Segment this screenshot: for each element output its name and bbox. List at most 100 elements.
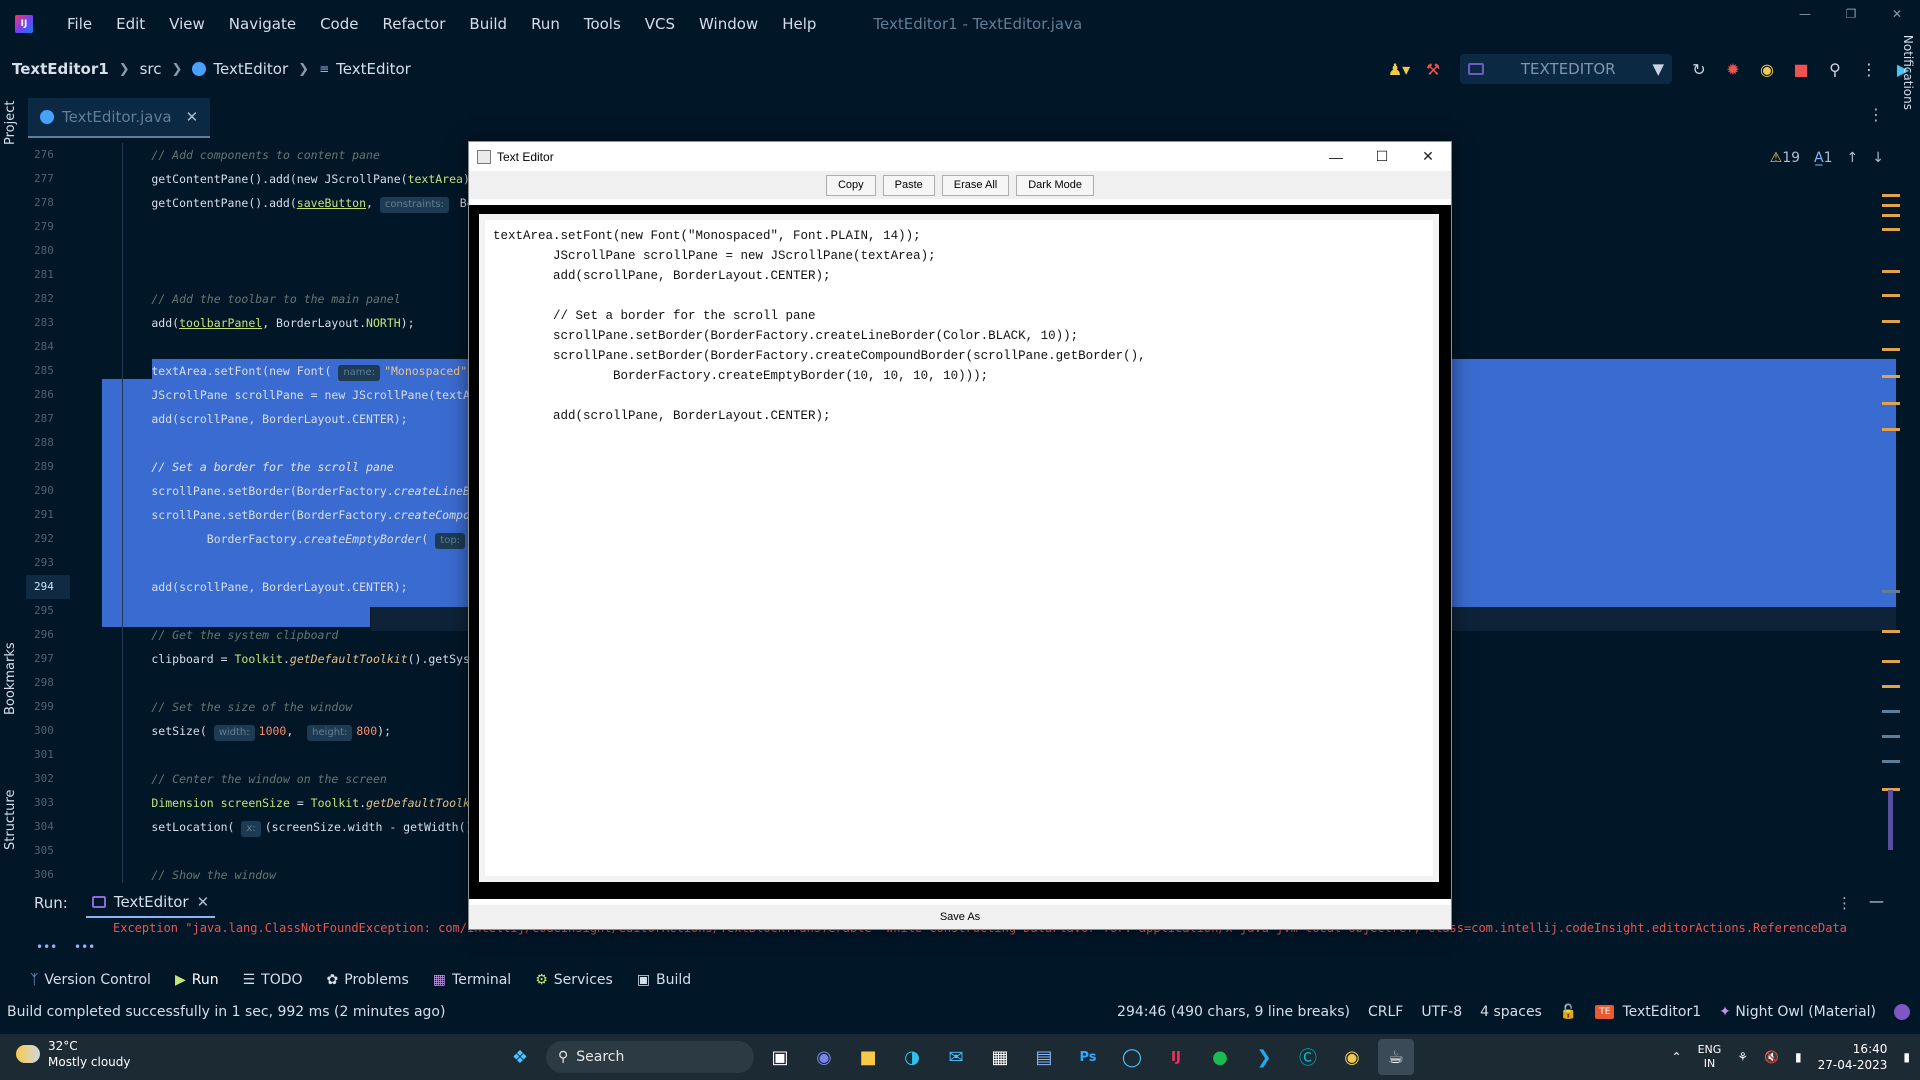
tool-todo[interactable]: ☰ TODO [243,972,303,988]
account-icon[interactable] [1894,1004,1910,1020]
menu-view[interactable]: View [157,15,217,33]
mail-icon[interactable]: ✉ [938,1039,974,1075]
tool-run[interactable]: ▶ Run [175,972,219,988]
breadcrumb-member[interactable]: ≡ TextEditor [319,60,411,78]
copy-button[interactable]: Copy [825,174,876,196]
taskbar-search[interactable]: ⚲ Search [546,1041,754,1073]
intellij-logo-icon[interactable]: IJ [15,15,33,33]
breadcrumb-project[interactable]: TextEditor1 [12,60,109,78]
line-number-gutter[interactable]: 276 277 278 279 280 281 282 283 284 285 … [26,143,96,883]
tab-texteditor-java[interactable]: TextEditor.java ✕ [28,98,211,138]
menu-tools[interactable]: Tools [572,15,633,33]
minimize-icon[interactable]: — [1782,0,1828,28]
search-icon[interactable]: ⚲ [1818,60,1852,79]
line-number: 290 [34,484,54,497]
menu-vcs[interactable]: VCS [633,15,687,33]
java-taskbar-icon[interactable]: ☕ [1378,1039,1414,1075]
hide-panel-icon[interactable]: — [1869,892,1884,910]
tool-version-control[interactable]: ᛉ Version Control [30,972,151,988]
tool-build[interactable]: ▣ Build [637,972,691,988]
line-separator[interactable]: CRLF [1368,1004,1403,1020]
edge-icon[interactable]: ◑ [894,1039,930,1075]
menu-window[interactable]: Window [687,15,770,33]
caret-position[interactable]: 294:46 (490 chars, 9 line breaks) [1117,1004,1350,1020]
code-with-me-icon[interactable]: ♟▾ [1382,60,1416,79]
close-icon[interactable]: ✕ [1405,142,1451,171]
intellij-taskbar-icon[interactable]: IJ [1158,1039,1194,1075]
paste-button[interactable]: Paste [882,174,935,196]
tool-problems[interactable]: ✿ Problems [327,972,409,988]
windows-start-icon[interactable]: ❖ [502,1039,538,1075]
spotify-icon[interactable]: ● [1202,1039,1238,1075]
maximize-icon[interactable]: ☐ [1359,142,1405,171]
indent-setting[interactable]: 4 spaces [1480,1004,1542,1020]
rerun-icon[interactable]: ↻ [1682,60,1716,79]
run-configuration-label: TEXTEDITOR [1520,60,1616,78]
photoshop-icon[interactable]: Ps [1070,1039,1106,1075]
menu-code[interactable]: Code [308,15,370,33]
menu-run[interactable]: Run [519,15,572,33]
run-tab-label: TextEditor [113,893,189,911]
notification-icon[interactable]: ▮ [1903,1050,1910,1064]
task-view-icon[interactable]: ▣ [762,1039,798,1075]
structure-tool-button[interactable]: Structure [3,790,18,850]
hammer-build-icon[interactable]: ⚒ [1416,60,1450,79]
teams-icon[interactable]: ◉ [806,1039,842,1075]
project-widget[interactable]: TextEditor1 [1622,1004,1701,1020]
run-tab-texteditor[interactable]: TextEditor ✕ [85,888,216,918]
erase-all-button[interactable]: Erase All [941,174,1010,196]
wifi-icon[interactable]: ⚘ [1737,1050,1748,1064]
more-actions-icon[interactable]: ••• [36,940,57,954]
tool-services[interactable]: ⚙ Services [535,972,613,988]
file-encoding[interactable]: UTF-8 [1421,1004,1462,1020]
bookmarks-tool-button[interactable]: Bookmarks [3,642,18,715]
dark-mode-button[interactable]: Dark Mode [1016,174,1095,196]
save-as-button[interactable]: Save As [939,911,981,923]
tool-terminal[interactable]: ▦ Terminal [433,972,511,988]
chevron-up-icon[interactable]: ⌃ [1672,1050,1682,1064]
menu-edit[interactable]: Edit [104,15,157,33]
clock[interactable]: 16:40 27-04-2023 [1818,1041,1888,1073]
text-area[interactable]: textArea.setFont(new Font("Monospaced", … [479,214,1439,882]
error-stripe[interactable] [1882,190,1900,850]
more-icon[interactable]: ⋮ [1852,60,1886,79]
notifications-tool-button[interactable]: Notifications [1901,35,1915,110]
canva-icon[interactable]: Ⓒ [1290,1039,1326,1075]
photos-icon[interactable]: ▤ [1026,1039,1062,1075]
close-run-tab-icon[interactable]: ✕ [197,893,210,911]
file-explorer-icon[interactable]: ■ [850,1039,886,1075]
tool-label: Run [191,972,219,988]
theme-widget[interactable]: ✦ Night Owl (Material) [1719,1004,1876,1020]
menu-help[interactable]: Help [770,15,828,33]
battery-icon[interactable]: ▮ [1795,1050,1802,1064]
vscode-icon[interactable]: ❯ [1246,1039,1282,1075]
breadcrumb-class[interactable]: TextEditor [192,60,288,78]
run-configuration-select[interactable]: TEXTEDITOR ▼ [1460,54,1672,84]
stop-icon[interactable]: ■ [1784,60,1818,79]
run-options-icon[interactable]: ⋮ [1837,894,1852,912]
close-tab-icon[interactable]: ✕ [186,108,199,126]
more-actions-icon[interactable]: ••• [74,940,95,954]
restore-icon[interactable]: ❐ [1828,0,1874,28]
menu-build[interactable]: Build [457,15,519,33]
cortana-icon[interactable]: ◯ [1114,1039,1150,1075]
minimize-icon[interactable]: — [1313,142,1359,171]
weather-widget[interactable]: 32°C Mostly cloudy [16,1038,131,1070]
debug-icon[interactable]: ✹ [1716,60,1750,79]
lock-icon[interactable]: 🔓 [1560,1004,1577,1020]
dialog-title-bar[interactable]: Text Editor — ☐ ✕ [469,142,1451,171]
close-icon[interactable]: ✕ [1874,0,1920,28]
calculator-icon[interactable]: ▦ [982,1039,1018,1075]
menu-refactor[interactable]: Refactor [370,15,457,33]
project-tool-button[interactable]: Project [3,101,18,145]
scrollbar-thumb[interactable] [1888,790,1893,850]
input-language[interactable]: ENG IN [1698,1043,1722,1071]
status-message[interactable]: Build completed successfully in 1 sec, 9… [7,1004,445,1020]
tab-options-icon[interactable]: ⋮ [1868,105,1884,124]
menu-navigate[interactable]: Navigate [217,15,308,33]
volume-muted-icon[interactable]: 🔇 [1764,1050,1779,1064]
coverage-icon[interactable]: ◉ [1750,60,1784,79]
menu-file[interactable]: File [55,15,104,33]
chrome-icon[interactable]: ◉ [1334,1039,1370,1075]
breadcrumb-src[interactable]: src [140,60,162,78]
